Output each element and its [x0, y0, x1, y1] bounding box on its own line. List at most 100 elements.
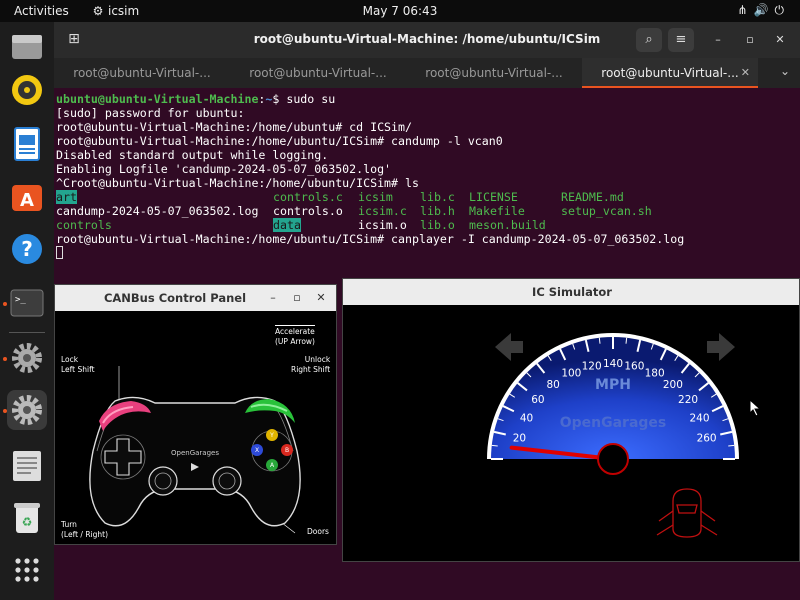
dock-trash[interactable]: ♻ [7, 498, 47, 538]
maximize-icon: ▫ [293, 291, 301, 304]
terminal-line: root@ubuntu-Virtual-Machine:/home/ubuntu… [56, 134, 503, 148]
app-gear-icon: ⚙ [92, 4, 104, 18]
speed-tick [625, 337, 628, 344]
icsim-titlebar[interactable]: IC Simulator [343, 279, 799, 305]
rhythmbox-icon [12, 75, 42, 105]
prompt-user: ubuntu@ubuntu-Virtual-Machine [56, 92, 259, 106]
terminal-tab-1[interactable]: root@ubuntu-Virtual-... [54, 58, 230, 88]
gamepad-brand: OpenGarages [171, 449, 219, 457]
system-tray[interactable]: ⋔🔊⏻ [737, 3, 790, 18]
help-icon: ? [12, 234, 42, 264]
close-tab-icon[interactable]: ✕ [741, 58, 750, 88]
dock-show-apps[interactable] [7, 550, 47, 590]
right-thumbstick [212, 466, 242, 496]
minimize-icon: – [715, 33, 721, 46]
minimize-button[interactable]: – [710, 32, 726, 48]
tab-label: root@ubuntu-Virtual-... [73, 66, 211, 80]
volume-icon: 🔊 [753, 3, 775, 17]
search-button[interactable]: ⌕ [636, 28, 662, 52]
svg-text:A: A [20, 190, 34, 211]
dock-settings[interactable] [7, 338, 47, 378]
speed-tick-label: 120 [582, 360, 602, 372]
activities-button[interactable]: Activities [14, 4, 69, 18]
search-icon: ⌕ [645, 32, 653, 47]
minimize-button[interactable]: – [265, 290, 281, 306]
ls-entry: controls.c [273, 190, 343, 204]
ls-entry: lib.c [420, 190, 455, 204]
dock: A ? >_ ♻ [0, 22, 54, 600]
dock-app-center[interactable]: A [7, 176, 47, 216]
dock-files[interactable] [7, 28, 47, 68]
svg-text:?: ? [21, 237, 33, 261]
speed-tick-label: 200 [663, 379, 683, 391]
canbus-canvas[interactable]: Accelerate (UP Arrow) Lock Left Shift Unlo… [55, 311, 336, 544]
svg-text:>_: >_ [15, 295, 26, 305]
speed-tick-label: 80 [546, 379, 559, 391]
app-menu[interactable]: ⚙ icsim [92, 4, 140, 18]
ls-entry: controls [56, 218, 112, 232]
canbus-titlebar[interactable]: CANBus Control Panel – ▫ ✕ [55, 285, 336, 311]
ls-row: controls data icsim.o lib.o meson.build [56, 218, 798, 232]
terminal-icon: >_ [10, 289, 44, 317]
show-apps-icon [15, 558, 39, 582]
settings-icon [12, 343, 42, 373]
writer-icon [14, 127, 40, 161]
terminal-tab-4[interactable]: root@ubuntu-Virtual-... ✕ [582, 58, 758, 88]
speed-tick-label: 240 [689, 412, 709, 424]
dock-help[interactable]: ? [7, 229, 47, 269]
right-turn-signal-icon [707, 333, 735, 361]
menu-button[interactable]: ≡ [668, 28, 694, 52]
ic-simulator-window[interactable]: IC Simulator 20 40 60 80 100 120 140 160 180 200 2… [342, 278, 800, 562]
ls-entry: lib.o [420, 218, 455, 232]
dock-separator [9, 332, 45, 333]
terminal-tab-2[interactable]: root@ubuntu-Virtual-... [230, 58, 406, 88]
terminal-tab-3[interactable]: root@ubuntu-Virtual-... [406, 58, 582, 88]
tab-list-chevron-icon[interactable]: ⌄ [780, 64, 790, 78]
speed-tick [598, 337, 601, 344]
minimize-icon: – [270, 291, 276, 304]
text-cursor [56, 246, 63, 259]
close-button[interactable]: ✕ [313, 290, 329, 306]
dock-save[interactable] [7, 446, 47, 486]
dock-writer[interactable] [7, 124, 47, 164]
tab-label: root@ubuntu-Virtual-... [249, 66, 387, 80]
maximize-button[interactable]: ▫ [289, 290, 305, 306]
close-button[interactable]: ✕ [772, 32, 788, 48]
ls-entry: controls.o [273, 204, 343, 218]
dock-rhythmbox[interactable] [7, 70, 47, 110]
speed-tick-label: 60 [531, 394, 544, 406]
ic-dashboard: 20406080100120 140 160180200220240260 MPH … [487, 333, 739, 538]
b-button-label: B [285, 447, 289, 454]
ls-entry: icsim.o [358, 218, 407, 232]
terminal-line: Disabled standard output while logging. [56, 148, 329, 162]
settings-icon [12, 395, 42, 425]
speed-tick-label: 40 [520, 412, 533, 424]
ls-entry: meson.build [469, 218, 546, 232]
speed-tick-label: 160 [624, 360, 644, 372]
left-thumbstick [148, 466, 178, 496]
maximize-button[interactable]: ▫ [742, 32, 758, 48]
canbus-control-panel-window[interactable]: CANBus Control Panel – ▫ ✕ Accelerate (UP… [54, 284, 337, 545]
speed-tick-label: 100 [561, 368, 581, 380]
tab-label: root@ubuntu-Virtual-... [425, 66, 563, 80]
ls-entry: icsim [358, 190, 393, 204]
speed-tick-label: 20 [513, 433, 526, 445]
mouse-pointer-icon [749, 399, 762, 417]
speed-tick-label: 140 [603, 358, 623, 370]
close-icon: ✕ [775, 33, 785, 46]
ls-entry: README.md [561, 190, 624, 204]
ls-entry: candump-2024-05-07_063502.log [56, 204, 259, 218]
ls-row: art controls.c icsim lib.c LICENSE README.md [56, 190, 798, 204]
dock-settings-active[interactable] [7, 390, 47, 430]
x-button-label: X [255, 447, 259, 454]
ls-entry: LICENSE [469, 190, 518, 204]
left-turn-signal-icon [495, 333, 523, 361]
speed-tick-label: 260 [697, 433, 717, 445]
terminal-output[interactable]: ubuntu@ubuntu-Virtual-Machine:~$ sudo su… [56, 92, 798, 260]
ls-entry: Makefile [469, 204, 525, 218]
terminal-line [56, 246, 798, 260]
terminal-headerbar: ⊞ root@ubuntu-Virtual-Machine: /home/ubu… [54, 22, 800, 58]
dock-terminal[interactable]: >_ [7, 283, 47, 323]
prompt-command: $ sudo su [272, 92, 336, 106]
trash-icon: ♻ [14, 503, 40, 533]
